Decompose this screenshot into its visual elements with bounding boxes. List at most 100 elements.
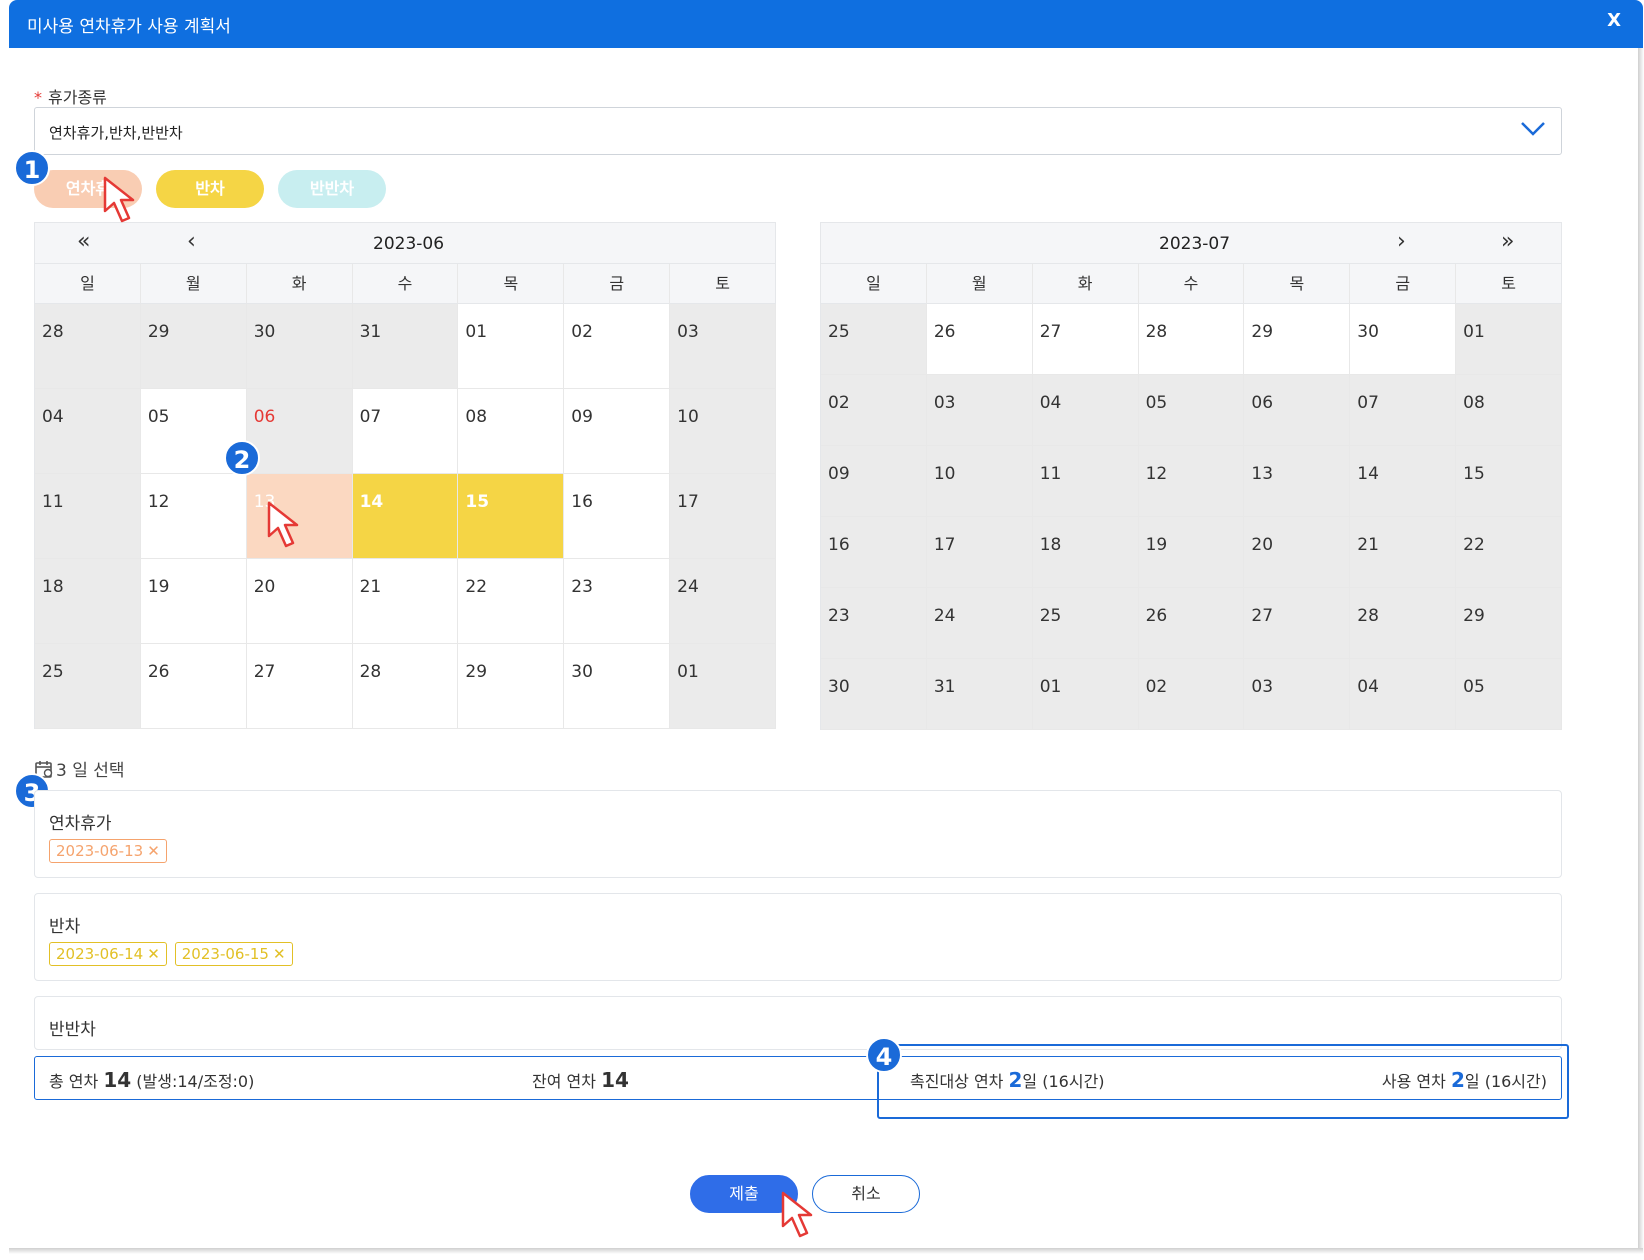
calendar-day-cell[interactable]: 08 [458, 389, 565, 474]
calendar-day-cell[interactable]: 20 [1244, 517, 1351, 588]
calendar-day-cell[interactable]: 17 [926, 517, 1033, 588]
calendar-day-cell[interactable]: 28 [1138, 304, 1245, 375]
calendar-day-cell[interactable]: 25 [821, 304, 927, 375]
pill-half-day[interactable]: 반차 [156, 170, 264, 208]
calendar-day-cell[interactable]: 19 [1138, 517, 1245, 588]
calendar-day-cell[interactable]: 10 [670, 389, 776, 474]
calendar-day-cell[interactable]: 31 [352, 304, 459, 389]
calendar-day-cell[interactable]: 21 [352, 559, 459, 644]
remove-tag-icon[interactable]: ✕ [273, 945, 286, 963]
calendar-day-cell[interactable]: 16 [821, 517, 927, 588]
calendar-day-cell[interactable]: 27 [1032, 304, 1139, 375]
prev-year-button[interactable]: « [77, 229, 90, 254]
calendar-day-cell[interactable]: 25 [35, 644, 141, 729]
calendar-day-cell[interactable]: 21 [1350, 517, 1457, 588]
weekday-mon: 월 [140, 264, 247, 304]
calendar-day-cell[interactable]: 29 [1456, 588, 1562, 659]
calendar-day-cell[interactable]: 11 [35, 474, 141, 559]
calendar-day-cell[interactable]: 07 [1350, 375, 1457, 446]
date-tag-text: 2023-06-13 [56, 842, 144, 860]
weekday-tue: 화 [246, 264, 353, 304]
calendar-day-cell[interactable]: 05 [1456, 659, 1562, 730]
calendar-day-cell[interactable]: 26 [1138, 588, 1245, 659]
calendar-day-cell[interactable]: 15 [1456, 446, 1562, 517]
calendar-day-cell[interactable]: 17 [670, 474, 776, 559]
calendar-day-cell[interactable]: 16 [564, 474, 671, 559]
calendar-day-cell[interactable]: 03 [670, 304, 776, 389]
calendar-day-cell[interactable]: 03 [926, 375, 1033, 446]
calendar-day-cell[interactable]: 01 [1032, 659, 1139, 730]
prev-month-button[interactable]: ‹ [187, 229, 196, 254]
calendar-day-cell[interactable]: 30 [246, 304, 353, 389]
calendar-day-cell[interactable]: 22 [1456, 517, 1562, 588]
pill-quarter-day[interactable]: 반반차 [278, 170, 386, 208]
calendar-day-cell[interactable]: 08 [1456, 375, 1562, 446]
calendar-day-cell[interactable]: 09 [564, 389, 671, 474]
calendar-day-cell[interactable]: 13 [1244, 446, 1351, 517]
calendar-day-cell[interactable]: 01 [1456, 304, 1562, 375]
calendar-day-cell[interactable]: 28 [1350, 588, 1457, 659]
calendar-grid-july: 25 26 27 28 29 30 01 02 03 04 05 06 07 08 09 10 11 12 13 14… [820, 304, 1562, 730]
calendar-day-cell[interactable]: 24 [670, 559, 776, 644]
summary-remaining: 잔여 연차 14 [532, 1068, 629, 1092]
calendar-day-cell[interactable]: 28 [352, 644, 459, 729]
leave-type-select[interactable]: 연차휴가,반차,반반차 [34, 107, 1562, 155]
calendar-day-cell[interactable]: 12 [1138, 446, 1245, 517]
calendar-header-june: « ‹ 2023-06 [34, 222, 776, 264]
calendar-day-cell[interactable]: 28 [35, 304, 141, 389]
calendar-day-cell[interactable]: 06 [1244, 375, 1351, 446]
weekday-sat: 토 [1456, 264, 1562, 304]
dialog-title: 미사용 연차휴가 사용 계획서 [27, 17, 231, 37]
selection-count-label: 일 선택 [72, 761, 125, 781]
calendar-day-cell[interactable]: 15 [458, 474, 565, 559]
close-button[interactable]: X [1607, 10, 1621, 31]
calendar-day-cell[interactable]: 18 [1032, 517, 1139, 588]
calendar-day-cell[interactable]: 23 [821, 588, 927, 659]
calendar-day-cell[interactable]: 23 [564, 559, 671, 644]
calendar-day-cell[interactable]: 02 [1138, 659, 1245, 730]
calendar-day-cell[interactable]: 19 [140, 559, 247, 644]
calendar-day-cell[interactable]: 01 [458, 304, 565, 389]
calendar-day-cell[interactable]: 01 [670, 644, 776, 729]
calendar-day-cell[interactable]: 30 [1350, 304, 1457, 375]
calendar-day-cell[interactable]: 05 [1138, 375, 1245, 446]
calendar-day-cell[interactable]: 26 [926, 304, 1033, 375]
calendar-day-cell[interactable]: 11 [1032, 446, 1139, 517]
date-tag: 2023-06-15 ✕ [174, 942, 293, 966]
calendar-day-cell[interactable]: 10 [926, 446, 1033, 517]
calendar-day-cell[interactable]: 14 [1350, 446, 1457, 517]
calendar-day-cell[interactable]: 27 [1244, 588, 1351, 659]
calendar-day-cell[interactable]: 30 [564, 644, 671, 729]
calendar-day-cell[interactable]: 04 [1350, 659, 1457, 730]
calendar-day-cell[interactable]: 04 [1032, 375, 1139, 446]
month-title-june: 2023-06 [373, 234, 445, 254]
calendar-day-cell[interactable]: 04 [35, 389, 141, 474]
calendar-day-cell[interactable]: 07 [352, 389, 459, 474]
calendar-day-cell[interactable]: 12 [140, 474, 247, 559]
next-month-button[interactable]: › [1397, 229, 1406, 254]
calendar-day-cell[interactable]: 24 [926, 588, 1033, 659]
weekday-fri: 금 [1350, 264, 1457, 304]
calendar-day-cell[interactable]: 22 [458, 559, 565, 644]
calendar-day-cell[interactable]: 29 [458, 644, 565, 729]
calendar-day-cell[interactable]: 14 [352, 474, 459, 559]
remove-tag-icon[interactable]: ✕ [147, 945, 160, 963]
calendar-day-cell[interactable]: 30 [821, 659, 927, 730]
calendar-day-cell[interactable]: 29 [1244, 304, 1351, 375]
calendar-day-cell[interactable]: 09 [821, 446, 927, 517]
calendar-day-cell[interactable]: 25 [1032, 588, 1139, 659]
next-year-button[interactable]: » [1501, 229, 1514, 254]
calendar-day-cell[interactable]: 03 [1244, 659, 1351, 730]
calendar-day-cell[interactable]: 02 [564, 304, 671, 389]
cancel-button[interactable]: 취소 [812, 1175, 920, 1213]
calendar-day-cell[interactable]: 31 [926, 659, 1033, 730]
calendar-day-cell[interactable]: 06 [246, 389, 353, 474]
remove-tag-icon[interactable]: ✕ [147, 842, 160, 860]
calendar-day-cell[interactable]: 27 [246, 644, 353, 729]
calendar-day-cell[interactable]: 02 [821, 375, 927, 446]
calendar-day-cell[interactable]: 29 [140, 304, 247, 389]
calendar-day-cell[interactable]: 20 [246, 559, 353, 644]
calendar-day-cell[interactable]: 26 [140, 644, 247, 729]
group-title-half: 반차 [49, 917, 81, 937]
calendar-day-cell[interactable]: 18 [35, 559, 141, 644]
